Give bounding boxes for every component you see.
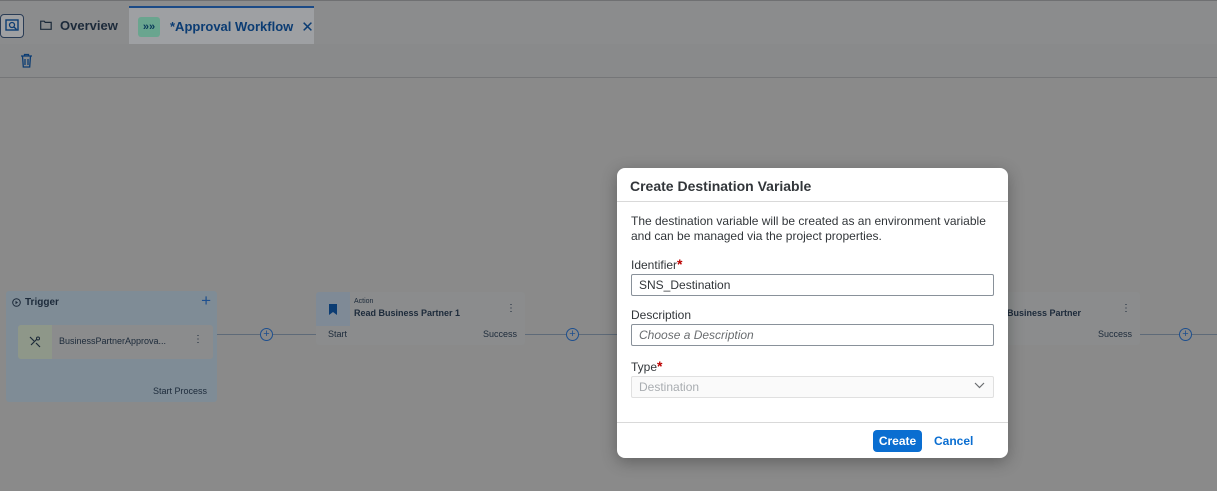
add-trigger-icon[interactable]: + xyxy=(201,291,211,311)
success-port-label: Success xyxy=(482,329,517,339)
tab-approval-workflow-label: *Approval Workflow xyxy=(170,19,294,34)
dialog-description: The destination variable will be created… xyxy=(631,214,986,243)
tab-bar: Overview »» *Approval Workflow ✕ xyxy=(0,0,1217,45)
more-icon[interactable]: ⋮ xyxy=(1121,303,1131,314)
tab-overview-label: Overview xyxy=(60,18,118,33)
more-icon[interactable]: ⋮ xyxy=(506,303,516,314)
add-step-icon[interactable]: + xyxy=(260,328,273,341)
folder-icon xyxy=(40,18,52,33)
required-mark: * xyxy=(657,358,663,374)
type-select-value: Destination xyxy=(639,380,700,394)
trigger-node[interactable]: Trigger + BusinessPartnerApprova... ⋮ St… xyxy=(6,291,217,402)
dialog-title: Create Destination Variable xyxy=(617,168,1008,202)
identifier-input[interactable]: SNS_Destination xyxy=(631,274,994,296)
action-node[interactable]: Action Read Business Partner 1 ⋮ Start S… xyxy=(316,292,525,345)
create-button[interactable]: Create xyxy=(873,430,922,452)
process-icon xyxy=(18,325,52,359)
trigger-item[interactable]: BusinessPartnerApprova... ⋮ xyxy=(18,325,213,359)
description-label: Description xyxy=(631,308,692,322)
identifier-label: Identifier* xyxy=(631,256,683,272)
type-label: Type* xyxy=(631,358,663,374)
type-select[interactable]: Destination xyxy=(631,376,994,398)
action-title: Read Business Partner 1 xyxy=(354,308,461,318)
tab-overview[interactable]: Overview xyxy=(40,6,118,45)
bookmark-icon xyxy=(316,292,350,326)
add-step-icon[interactable]: + xyxy=(1179,328,1192,341)
start-process-label: Start Process xyxy=(152,386,207,396)
description-input[interactable]: Choose a Description xyxy=(631,324,994,346)
search-icon xyxy=(5,19,19,31)
workflow-canvas[interactable]: + + + Trigger + BusinessPartnerApprova..… xyxy=(0,79,1217,491)
action-node[interactable]: Business Partner ⋮ Success xyxy=(1000,292,1140,345)
dialog-footer: Create Cancel xyxy=(617,422,1008,458)
start-port-label: Start xyxy=(328,329,348,339)
more-icon[interactable]: ⋮ xyxy=(193,334,203,345)
create-destination-dialog: Create Destination Variable The destinat… xyxy=(617,168,1008,458)
toolbar xyxy=(0,44,1217,78)
trigger-title: Trigger xyxy=(25,297,59,308)
tab-approval-workflow[interactable]: »» *Approval Workflow ✕ xyxy=(129,6,314,45)
action-type-label: Action xyxy=(354,298,374,305)
cancel-button[interactable]: Cancel xyxy=(934,430,973,452)
action-title: Business Partner xyxy=(1007,308,1082,318)
trigger-header: Trigger xyxy=(12,297,59,308)
explore-button[interactable] xyxy=(0,14,24,38)
required-mark: * xyxy=(677,256,683,272)
play-circle-icon xyxy=(12,298,21,307)
add-step-icon[interactable]: + xyxy=(566,328,579,341)
workflow-icon: »» xyxy=(138,16,160,37)
chevron-down-icon xyxy=(974,378,985,392)
success-port-label: Success xyxy=(1097,329,1132,339)
close-icon[interactable]: ✕ xyxy=(301,18,314,36)
trash-icon[interactable] xyxy=(20,53,33,71)
trigger-item-label: BusinessPartnerApprova... xyxy=(59,336,167,346)
